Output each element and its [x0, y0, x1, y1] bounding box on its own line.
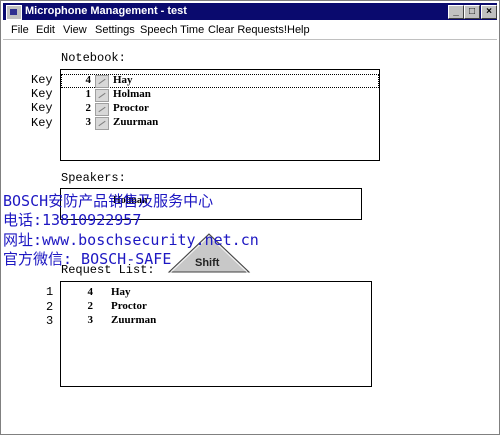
key-label: Key	[31, 101, 53, 115]
watermark-line: 电话:13810922957	[3, 211, 142, 229]
list-item[interactable]: 3 Zuurman	[61, 116, 379, 130]
key-label: Key	[31, 73, 53, 87]
list-item[interactable]: 3 Zuurman	[61, 314, 371, 328]
menu-file[interactable]: File	[11, 24, 29, 36]
item-name: Proctor	[113, 102, 149, 114]
item-name: Zuurman	[111, 314, 157, 326]
item-number: 4	[85, 74, 92, 86]
item-name: Hay	[113, 74, 133, 86]
list-item[interactable]: 4 Hay	[61, 74, 379, 88]
item-name: Proctor	[111, 300, 147, 312]
item-number: 1	[85, 88, 92, 100]
menu-clear-requests[interactable]: Clear Requests!	[208, 24, 287, 36]
microphone-icon	[95, 103, 109, 116]
app-window: Microphone Management - test _ □ × File …	[0, 0, 500, 435]
item-number: 2	[87, 300, 94, 312]
list-item[interactable]: 2 Proctor	[61, 300, 371, 314]
menu-edit[interactable]: Edit	[36, 24, 55, 36]
list-item[interactable]: 2 Proctor	[61, 102, 379, 116]
item-name: Hay	[111, 286, 131, 298]
microphone-icon	[95, 117, 109, 130]
shift-label: Shift	[195, 257, 220, 269]
window-title: Microphone Management - test	[25, 5, 187, 17]
list-item[interactable]: 1 Holman	[61, 88, 379, 102]
request-position: 3	[46, 314, 54, 328]
speakers-label: Speakers:	[61, 171, 126, 185]
microphone-icon	[95, 75, 109, 88]
close-button[interactable]: ×	[481, 5, 497, 19]
title-bar[interactable]: Microphone Management - test _ □ ×	[3, 3, 497, 20]
menu-help[interactable]: Help	[287, 24, 310, 36]
request-position: 2	[46, 300, 54, 314]
watermark-line: 官方微信: BOSCH-SAFE	[3, 250, 172, 268]
minimize-button[interactable]: _	[448, 5, 464, 19]
request-position: 1	[46, 285, 54, 299]
notebook-list[interactable]: 4 Hay 1 Holman 2 Proctor 3 Zuurman	[60, 69, 380, 161]
menu-view[interactable]: View	[63, 24, 87, 36]
maximize-button[interactable]: □	[464, 5, 480, 19]
request-list[interactable]: 4 Hay 2 Proctor 3 Zuurman	[60, 281, 372, 387]
item-number: 4	[87, 286, 94, 298]
app-icon[interactable]	[6, 5, 22, 20]
item-name: Zuurman	[113, 116, 159, 128]
notebook-label: Notebook:	[61, 51, 126, 65]
watermark-line: BOSCH安防产品销售及服务中心	[3, 192, 214, 210]
microphone-icon	[95, 89, 109, 102]
key-label: Key	[31, 87, 53, 101]
menu-settings[interactable]: Settings	[95, 24, 135, 36]
item-name: Holman	[113, 88, 151, 100]
menu-speech-time[interactable]: Speech Time	[140, 24, 204, 36]
menu-bar: File Edit View Settings Speech Time Clea…	[3, 21, 497, 40]
key-label: Key	[31, 116, 53, 130]
item-number: 2	[85, 102, 92, 114]
watermark-line: 网址:www.boschsecurity.net.cn	[3, 231, 259, 249]
list-item[interactable]: 4 Hay	[61, 286, 371, 300]
item-number: 3	[87, 314, 94, 326]
item-number: 3	[85, 116, 92, 128]
